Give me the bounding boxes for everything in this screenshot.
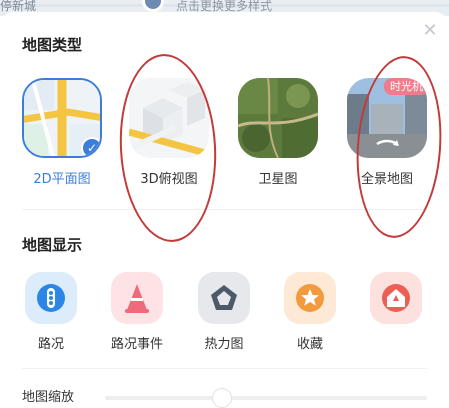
map-3d-thumbnail[interactable] [129, 78, 209, 158]
close-icon[interactable]: ✕ [421, 22, 439, 40]
traffic-light-icon[interactable] [25, 272, 77, 324]
map-type-2d[interactable]: ✓ 2D平面图 [20, 78, 104, 188]
map-type-satellite[interactable]: 卫星图 [236, 78, 320, 188]
layer-home[interactable] [360, 272, 432, 333]
map-type-label: 3D俯视图 [140, 172, 198, 187]
map-3d-illustration [129, 78, 209, 158]
layer-label: 路况事件 [110, 337, 163, 352]
map-satellite-thumbnail[interactable] [238, 78, 318, 158]
map-panorama-thumbnail[interactable]: 时光机 [347, 78, 427, 158]
map-type-label: 全景地图 [360, 172, 413, 187]
layer-favorites[interactable]: 收藏 [274, 272, 346, 352]
map-type-label: 卫星图 [258, 172, 298, 187]
traffic-cone-glyph [125, 284, 149, 313]
map-display-title: 地图显示 [22, 236, 83, 254]
home-icon[interactable] [370, 272, 422, 324]
layer-traffic-events[interactable]: 路况事件 [101, 272, 173, 352]
traffic-cone-icon[interactable] [111, 272, 163, 324]
map-type-label: 2D平面图 [33, 172, 91, 187]
location-pin-icon [142, 0, 164, 12]
star-icon[interactable] [284, 272, 336, 324]
layer-traffic[interactable]: 路况 [15, 272, 87, 352]
time-machine-badge: 时光机 [384, 78, 427, 95]
zoom-slider-handle[interactable] [212, 388, 232, 408]
star-glyph [296, 284, 324, 312]
pentagon-glyph [211, 285, 237, 310]
zoom-slider-track[interactable] [105, 396, 427, 400]
map-type-title: 地图类型 [22, 36, 83, 54]
layer-heatmap[interactable]: 热力图 [188, 272, 260, 352]
layer-label: 热力图 [204, 337, 244, 352]
map-satellite-illustration [238, 78, 318, 158]
home-glyph [382, 284, 410, 312]
layer-label: 收藏 [296, 337, 323, 352]
map-zoom-title: 地图缩放 [22, 390, 75, 405]
traffic-light-glyph [37, 284, 65, 312]
pentagon-icon[interactable] [198, 272, 250, 324]
selected-check-icon: ✓ [81, 137, 100, 156]
section-divider [22, 368, 427, 369]
map-2d-thumbnail[interactable]: ✓ [22, 78, 102, 158]
map-type-panorama[interactable]: 时光机 全景地图 [345, 78, 429, 188]
section-divider [22, 209, 427, 210]
layer-settings-sheet: ✕ 地图类型 ✓ 2D平面图 3D俯视图 卫星图 时光机 全景地图 地图显示 路… [0, 12, 449, 407]
map-type-3d[interactable]: 3D俯视图 [127, 78, 211, 188]
layer-label: 路况 [37, 337, 64, 352]
